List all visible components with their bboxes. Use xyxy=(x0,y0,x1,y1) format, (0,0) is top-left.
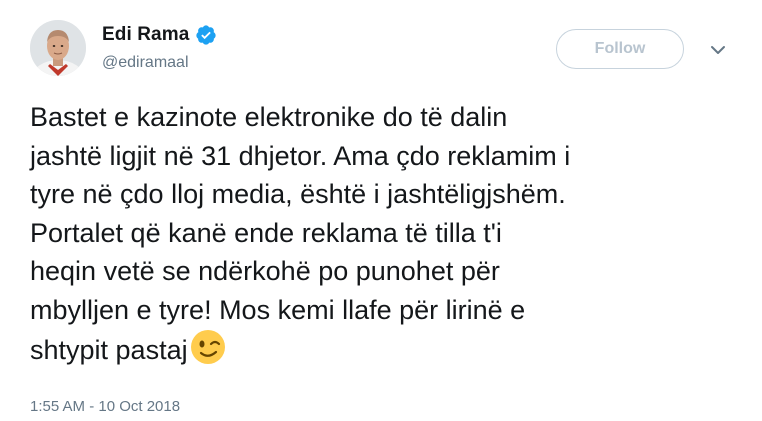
user-handle[interactable]: @ediramaal xyxy=(102,54,189,72)
author-name-row: Edi Rama xyxy=(102,24,217,46)
avatar[interactable] xyxy=(30,20,86,76)
tweet-timestamp[interactable]: 1:55 AM - 10 Oct 2018 xyxy=(30,398,180,415)
tweet-body: Bastet e kazinote elektronike do të dali… xyxy=(30,102,571,365)
winking-face-emoji-icon xyxy=(190,329,226,365)
tweet-menu-button[interactable] xyxy=(706,40,730,60)
follow-button[interactable]: Follow xyxy=(556,29,684,69)
chevron-down-icon xyxy=(711,46,725,54)
display-name[interactable]: Edi Rama xyxy=(102,24,189,46)
tweet-text: Bastet e kazinote elektronike do të dali… xyxy=(30,98,742,370)
tweet-card: Edi Rama @ediramaal Follow Bastet e kazi… xyxy=(0,0,762,421)
verified-badge-icon xyxy=(195,24,217,46)
profile-photo-icon xyxy=(30,20,86,76)
